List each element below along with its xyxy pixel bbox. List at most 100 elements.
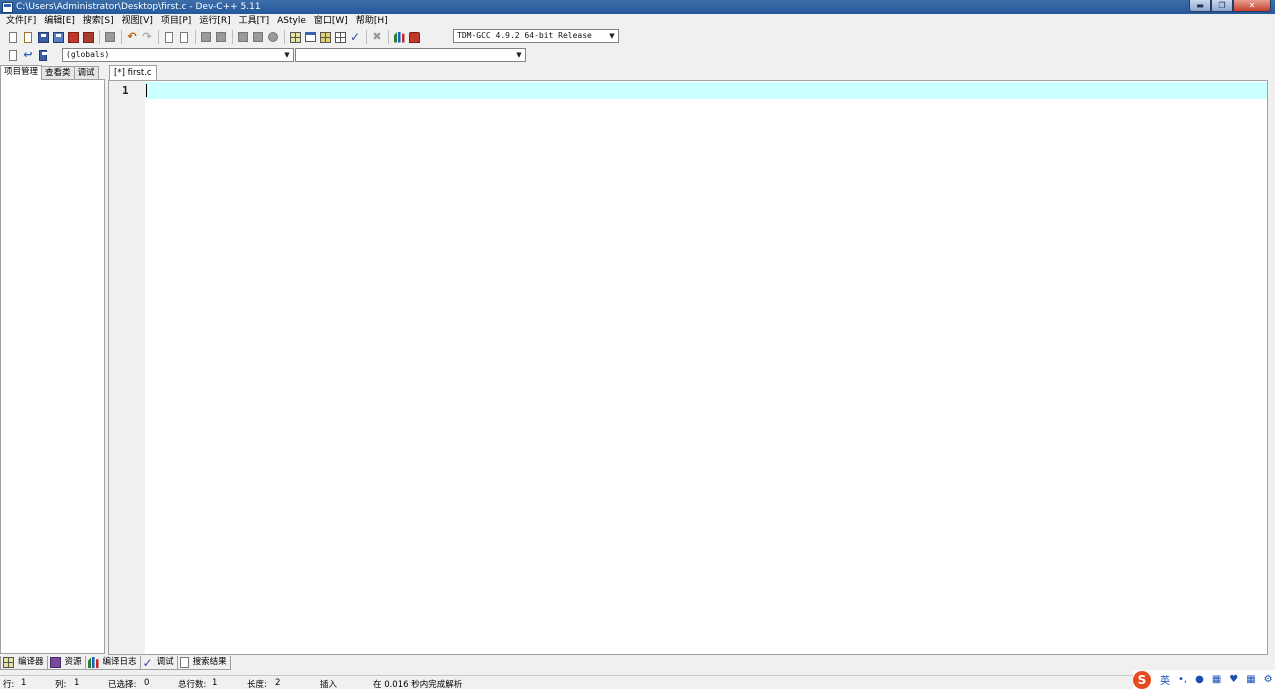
tab-compile-log[interactable]: 编译日志	[84, 656, 141, 670]
sogou-logo-icon[interactable]: S	[1133, 670, 1151, 689]
close-all-icon	[82, 31, 94, 43]
status-insert-mode: 插入	[320, 680, 338, 689]
goto-line-button[interactable]	[214, 30, 228, 44]
menu-help[interactable]: 帮助[H]	[352, 14, 392, 28]
keyboard-icon[interactable]: ▦	[1212, 674, 1221, 685]
tab-resources[interactable]: 资源	[46, 656, 86, 670]
compile-run-button[interactable]	[318, 30, 332, 44]
close-button[interactable]: ✕	[1233, 0, 1271, 12]
scope-select[interactable]: (globals) ▼	[62, 48, 294, 62]
tab-compiler-label: 编译器	[18, 657, 44, 667]
delete-profile-icon	[408, 31, 420, 43]
ime-toolbar: S 英 •, ● ▦ ♥ ▦ ⚙	[1133, 670, 1275, 689]
ime-language-toggle[interactable]: 英	[1160, 672, 1170, 687]
menu-view[interactable]: 视图[V]	[118, 14, 157, 28]
bookmark-icon	[201, 32, 211, 42]
save-icon	[37, 31, 49, 43]
add-to-project-icon	[9, 49, 17, 61]
status-length-value: 2	[275, 678, 281, 688]
window-title: C:\Users\Administrator\Desktop\first.c -…	[16, 2, 261, 12]
remove-from-project-button[interactable]: ↩	[21, 48, 35, 62]
stop-execution-button[interactable]: ✖	[370, 30, 384, 44]
restore-button[interactable]: ❐	[1211, 0, 1233, 12]
toggle-comment-button[interactable]	[266, 30, 280, 44]
save-all-button[interactable]	[51, 30, 65, 44]
bar-chart-icon	[393, 31, 405, 43]
comment-icon	[268, 32, 278, 42]
indent-button[interactable]	[236, 30, 250, 44]
menu-project[interactable]: 项目[P]	[157, 14, 195, 28]
menu-search[interactable]: 搜索[S]	[79, 14, 118, 28]
line-number-gutter: 1	[109, 81, 145, 654]
unindent-button[interactable]	[251, 30, 265, 44]
status-row-label: 行:	[3, 680, 15, 689]
close-all-button[interactable]	[81, 30, 95, 44]
menu-tools[interactable]: 工具[T]	[235, 14, 274, 28]
menu-window[interactable]: 窗口[W]	[310, 14, 352, 28]
compile-button[interactable]	[288, 30, 302, 44]
menu-file[interactable]: 文件[F]	[2, 14, 40, 28]
find-button[interactable]	[162, 30, 176, 44]
project-options-button[interactable]	[36, 48, 50, 62]
delete-profile-button[interactable]	[407, 30, 421, 44]
save-button[interactable]	[36, 30, 50, 44]
print-button[interactable]	[103, 30, 117, 44]
run-button[interactable]	[303, 30, 317, 44]
print-icon	[105, 32, 115, 42]
text-caret	[146, 84, 147, 97]
new-file-button[interactable]	[6, 30, 20, 44]
chevron-down-icon: ▼	[284, 51, 290, 59]
add-to-project-button[interactable]	[6, 48, 20, 62]
project-tree-panel[interactable]	[0, 79, 105, 654]
new-file-icon	[9, 31, 17, 43]
project-options-icon	[39, 49, 47, 61]
rebuild-all-button[interactable]	[333, 30, 347, 44]
skin-icon[interactable]: ♥	[1229, 674, 1238, 685]
menu-run[interactable]: 运行[R]	[195, 14, 234, 28]
tab-project-manager[interactable]: 项目管理	[0, 65, 43, 80]
punctuation-icon[interactable]: •,	[1178, 674, 1187, 685]
tab-compiler[interactable]: 编译器	[0, 656, 48, 670]
search-icon	[179, 657, 189, 668]
open-file-button[interactable]	[21, 30, 35, 44]
profile-analysis-button[interactable]	[392, 30, 406, 44]
microphone-icon[interactable]: ●	[1195, 674, 1204, 685]
status-col-value: 1	[74, 678, 80, 688]
member-select[interactable]: ▼	[295, 48, 526, 62]
toggle-bookmark-button[interactable]	[199, 30, 213, 44]
compile-run-icon	[319, 31, 331, 43]
minimize-button[interactable]: ▬	[1189, 0, 1211, 12]
find-icon	[165, 31, 173, 43]
indent-icon	[238, 32, 248, 42]
menu-astyle[interactable]: AStyle	[273, 14, 310, 28]
debug-button[interactable]: ✓	[348, 30, 362, 44]
status-selected-label: 已选择:	[108, 680, 137, 689]
left-panel-tabs: 项目管理 查看类 调试	[0, 65, 99, 80]
status-col-label: 列:	[55, 680, 67, 689]
toolbox-icon[interactable]: ▦	[1246, 674, 1255, 685]
tab-class-browser[interactable]: 查看类	[41, 66, 75, 80]
code-editor[interactable]: 1	[108, 80, 1268, 655]
tab-first-c[interactable]: [*] first.c	[109, 65, 157, 80]
redo-button[interactable]: ↷	[140, 30, 154, 44]
compiler-select[interactable]: TDM-GCC 4.9.2 64-bit Release ▼	[453, 29, 619, 43]
checkmark-icon: ✓	[142, 656, 153, 670]
tab-search-results[interactable]: 搜索结果	[176, 656, 231, 670]
checkmark-icon: ✓	[349, 30, 361, 44]
settings-gear-icon[interactable]: ⚙	[1264, 674, 1273, 685]
tab-debug-output[interactable]: ✓ 调试	[139, 656, 178, 670]
undo-button[interactable]: ↶	[125, 30, 139, 44]
stop-icon: ✖	[372, 30, 382, 43]
rebuild-all-icon	[334, 31, 346, 43]
compile-log-icon	[87, 657, 99, 668]
run-icon	[304, 32, 316, 42]
close-file-icon	[67, 31, 79, 43]
status-total-lines-value: 1	[212, 678, 218, 688]
menu-edit[interactable]: 编辑[E]	[40, 14, 79, 28]
devcpp-app-icon[interactable]	[2, 1, 13, 13]
remove-from-project-icon: ↩	[23, 48, 33, 61]
tab-debug[interactable]: 调试	[73, 66, 99, 80]
replace-button[interactable]	[177, 30, 191, 44]
close-file-button[interactable]	[66, 30, 80, 44]
resources-icon	[49, 657, 61, 668]
